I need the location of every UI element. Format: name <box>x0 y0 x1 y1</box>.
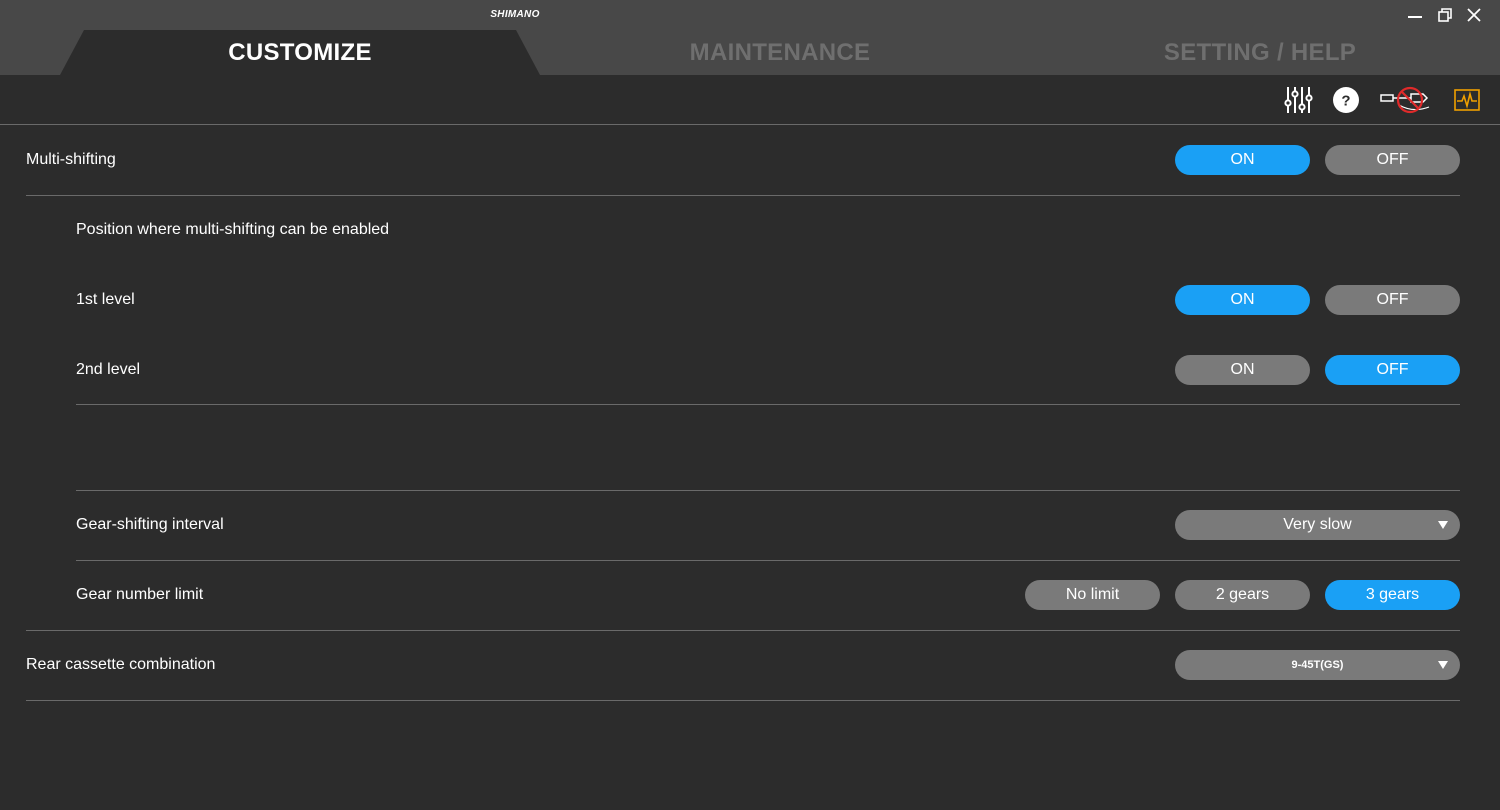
cassette-value: 9-45T(GS) <box>1291 659 1344 671</box>
divider <box>76 560 1460 561</box>
toolbar-divider <box>0 124 1500 125</box>
cassette-label: Rear cassette combination <box>26 656 216 673</box>
divider <box>26 195 1460 196</box>
divider <box>76 490 1460 491</box>
level2-on-button[interactable]: ON <box>1175 355 1310 385</box>
monitor-icon[interactable] <box>1452 84 1482 116</box>
multi-shifting-on-button[interactable]: ON <box>1175 145 1310 175</box>
level1-off-button[interactable]: OFF <box>1325 285 1460 315</box>
level1-on-button[interactable]: ON <box>1175 285 1310 315</box>
no-connection-icon[interactable] <box>1376 84 1436 116</box>
interval-label: Gear-shifting interval <box>76 516 224 533</box>
multi-shifting-label: Multi-shifting <box>26 151 116 168</box>
svg-text:?: ? <box>1341 93 1350 110</box>
tab-setting-help[interactable]: SETTING / HELP <box>1080 30 1440 75</box>
interval-value: Very slow <box>1283 516 1352 533</box>
divider <box>26 700 1460 701</box>
caret-down-icon <box>1438 661 1448 669</box>
tab-customize[interactable]: CUSTOMIZE <box>60 30 540 75</box>
restore-icon[interactable] <box>1432 4 1458 26</box>
close-icon[interactable] <box>1461 4 1487 26</box>
cassette-select[interactable]: 9-45T(GS) <box>1175 650 1460 680</box>
caret-down-icon <box>1438 521 1448 529</box>
divider <box>26 630 1460 631</box>
gear-limit-2-gears-button[interactable]: 2 gears <box>1175 580 1310 610</box>
gear-limit-label: Gear number limit <box>76 586 204 603</box>
help-icon[interactable]: ? <box>1330 84 1362 116</box>
multi-shifting-off-button[interactable]: OFF <box>1325 145 1460 175</box>
level1-label: 1st level <box>76 291 135 308</box>
gear-limit-3-gears-button[interactable]: 3 gears <box>1325 580 1460 610</box>
tab-maintenance[interactable]: MAINTENANCE <box>600 30 960 75</box>
minimize-icon[interactable] <box>1402 4 1428 26</box>
level2-label: 2nd level <box>76 361 141 378</box>
sliders-icon[interactable] <box>1282 84 1314 116</box>
brand-logo: SHIMANO <box>490 9 540 20</box>
interval-select[interactable]: Very slow <box>1175 510 1460 540</box>
level2-off-button[interactable]: OFF <box>1325 355 1460 385</box>
position-heading: Position where multi-shifting can be ena… <box>76 221 390 238</box>
divider <box>76 404 1460 405</box>
gear-limit-no-limit-button[interactable]: No limit <box>1025 580 1160 610</box>
